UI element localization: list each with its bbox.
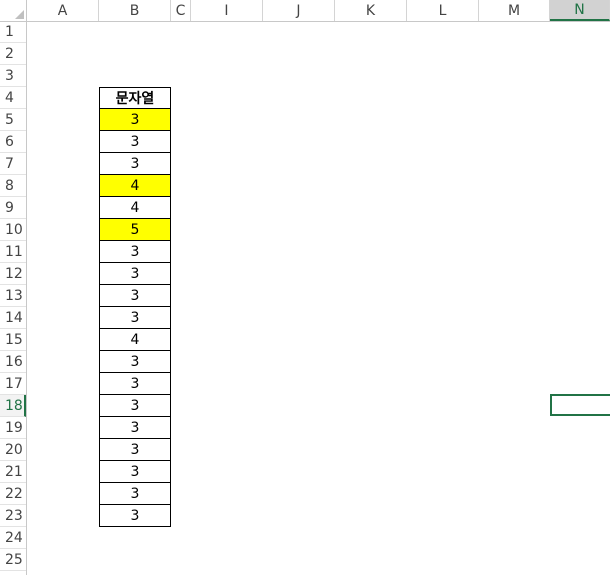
table-cell[interactable]: 3 [99, 351, 171, 373]
worksheet-grid[interactable]: 문자열 3334453333433333333 [27, 21, 610, 575]
table-cell[interactable]: 4 [99, 197, 171, 219]
column-header-j[interactable]: J [263, 0, 335, 21]
table-cell[interactable]: 4 [99, 175, 171, 197]
row-header-7[interactable]: 7 [0, 153, 26, 175]
select-all-button[interactable] [0, 0, 27, 21]
column-header-b[interactable]: B [99, 0, 171, 21]
column-header-i[interactable]: I [191, 0, 263, 21]
row-header-25[interactable]: 25 [0, 549, 26, 571]
row-header-2[interactable]: 2 [0, 43, 26, 65]
row-header-11[interactable]: 11 [0, 241, 26, 263]
row-header-18[interactable]: 18 [0, 395, 26, 417]
table-cell[interactable]: 3 [99, 439, 171, 461]
table-cell[interactable]: 3 [99, 461, 171, 483]
row-header-10[interactable]: 10 [0, 219, 26, 241]
table-cell[interactable]: 3 [99, 307, 171, 329]
table-cell[interactable]: 3 [99, 395, 171, 417]
table-cell[interactable]: 3 [99, 285, 171, 307]
row-header-12[interactable]: 12 [0, 263, 26, 285]
row-header-9[interactable]: 9 [0, 197, 26, 219]
row-header-1[interactable]: 1 [0, 21, 26, 43]
table-cell[interactable]: 3 [99, 373, 171, 395]
table-cell[interactable]: 3 [99, 505, 171, 527]
table-cell[interactable]: 3 [99, 153, 171, 175]
row-header-15[interactable]: 15 [0, 329, 26, 351]
row-header-5[interactable]: 5 [0, 109, 26, 131]
table-header-cell[interactable]: 문자열 [99, 87, 171, 109]
table-cell[interactable]: 3 [99, 483, 171, 505]
column-headers: A B C I J K L M N [0, 0, 610, 22]
row-header-4[interactable]: 4 [0, 87, 26, 109]
column-header-n[interactable]: N [550, 0, 610, 21]
table-cell[interactable]: 3 [99, 263, 171, 285]
row-header-21[interactable]: 21 [0, 461, 26, 483]
row-header-19[interactable]: 19 [0, 417, 26, 439]
row-header-16[interactable]: 16 [0, 351, 26, 373]
row-header-23[interactable]: 23 [0, 505, 26, 527]
table-cell[interactable]: 3 [99, 131, 171, 153]
row-header-14[interactable]: 14 [0, 307, 26, 329]
active-cell-selection[interactable] [550, 394, 610, 416]
row-header-17[interactable]: 17 [0, 373, 26, 395]
column-header-l[interactable]: L [407, 0, 479, 21]
row-headers: 1 2 3 4 5 6 7 8 9 10 11 12 13 14 15 16 17 18 19 20 21 22 23 24 2… [0, 21, 27, 575]
row-header-8[interactable]: 8 [0, 175, 26, 197]
select-all-triangle-icon [15, 10, 24, 19]
column-header-m[interactable]: M [479, 0, 550, 21]
table-cell[interactable]: 3 [99, 109, 171, 131]
column-header-a[interactable]: A [27, 0, 99, 21]
row-header-13[interactable]: 13 [0, 285, 26, 307]
row-header-22[interactable]: 22 [0, 483, 26, 505]
row-header-20[interactable]: 20 [0, 439, 26, 461]
row-header-3[interactable]: 3 [0, 65, 26, 87]
table-cell[interactable]: 4 [99, 329, 171, 351]
row-header-6[interactable]: 6 [0, 131, 26, 153]
column-header-k[interactable]: K [335, 0, 407, 21]
table-cell[interactable]: 5 [99, 219, 171, 241]
row-header-24[interactable]: 24 [0, 527, 26, 549]
table-cell[interactable]: 3 [99, 417, 171, 439]
column-header-c[interactable]: C [171, 0, 191, 21]
table-cell[interactable]: 3 [99, 241, 171, 263]
